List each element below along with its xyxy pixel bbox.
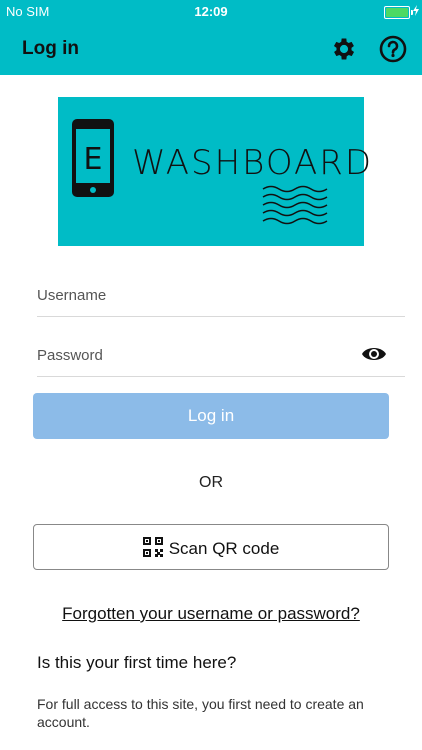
signup-heading: Is this your first time here? [37, 653, 237, 672]
username-field [37, 276, 405, 317]
battery-icon [384, 6, 413, 19]
forgot-credentials-link[interactable]: Forgotten your username or password? [0, 604, 422, 624]
help-icon[interactable] [378, 34, 408, 64]
login-button[interactable]: Log in [33, 393, 389, 439]
password-input[interactable] [37, 342, 357, 368]
gear-icon[interactable] [330, 35, 358, 63]
scan-qr-label: Scan QR code [168, 539, 280, 558]
qr-code-icon [142, 537, 163, 557]
scan-qr-button[interactable]: Scan QR code [33, 524, 389, 570]
clock: 12:09 [194, 4, 228, 19]
username-input[interactable] [37, 282, 357, 308]
signup-info-text: For full access to this site, you first … [37, 696, 364, 730]
logo-letter: E [84, 142, 103, 177]
or-divider: OR [199, 474, 223, 491]
eye-icon[interactable] [361, 344, 387, 364]
password-field [37, 336, 405, 377]
charging-icon [413, 5, 419, 16]
page-title: Log in [22, 38, 79, 59]
app-logo: E WASHBOARD [58, 97, 371, 246]
logo-wordmark: WASHBOARD [132, 143, 374, 183]
status-bar: No SIM 12:09 [0, 0, 422, 24]
navigation-bar: Log in [0, 24, 422, 75]
